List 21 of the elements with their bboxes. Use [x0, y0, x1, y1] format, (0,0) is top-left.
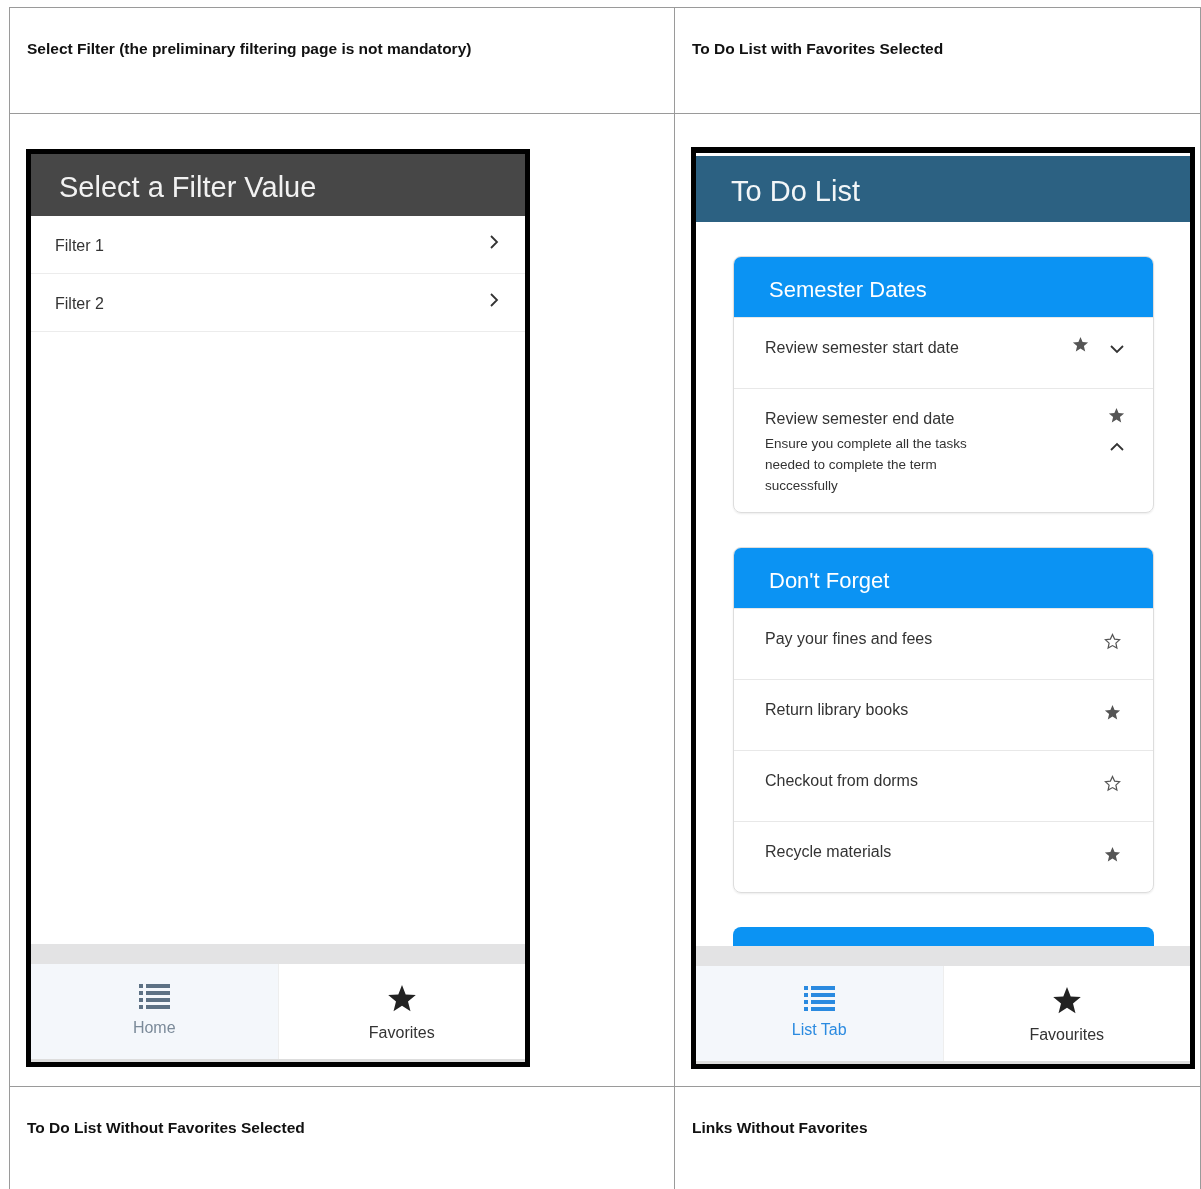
task-description: Ensure you complete all the tasks needed to complete the term successfully: [765, 435, 968, 495]
task-title: Review semester end date: [765, 409, 956, 429]
card-title: Semester Dates: [734, 257, 1153, 317]
table-caption: To Do List Without Favorites Selected: [26, 1118, 305, 1138]
task-title: Pay your fines and fees: [765, 629, 934, 649]
task-title: Review semester start date: [765, 338, 960, 358]
list-icon: [138, 984, 170, 1009]
star-icon: [386, 984, 417, 1014]
task-title: Return library books: [765, 700, 910, 720]
filter-item[interactable]: Filter 2: [31, 274, 525, 332]
table-caption: Select Filter (the preliminary filtering page is not mandatory): [26, 39, 472, 59]
list-icon: [803, 986, 835, 1011]
star-icon: [1051, 986, 1082, 1016]
card-title: Don't Forget: [734, 548, 1153, 608]
table-caption: Links Without Favorites: [691, 1118, 868, 1138]
task-title: Recycle materials: [765, 842, 893, 862]
screen-title: To Do List: [696, 156, 1190, 222]
table-caption: To Do List with Favorites Selected: [691, 39, 944, 59]
screen-title: Select a Filter Value: [31, 154, 525, 216]
task-title: Checkout from dorms: [765, 771, 919, 791]
filter-item[interactable]: Filter 1: [31, 216, 525, 274]
